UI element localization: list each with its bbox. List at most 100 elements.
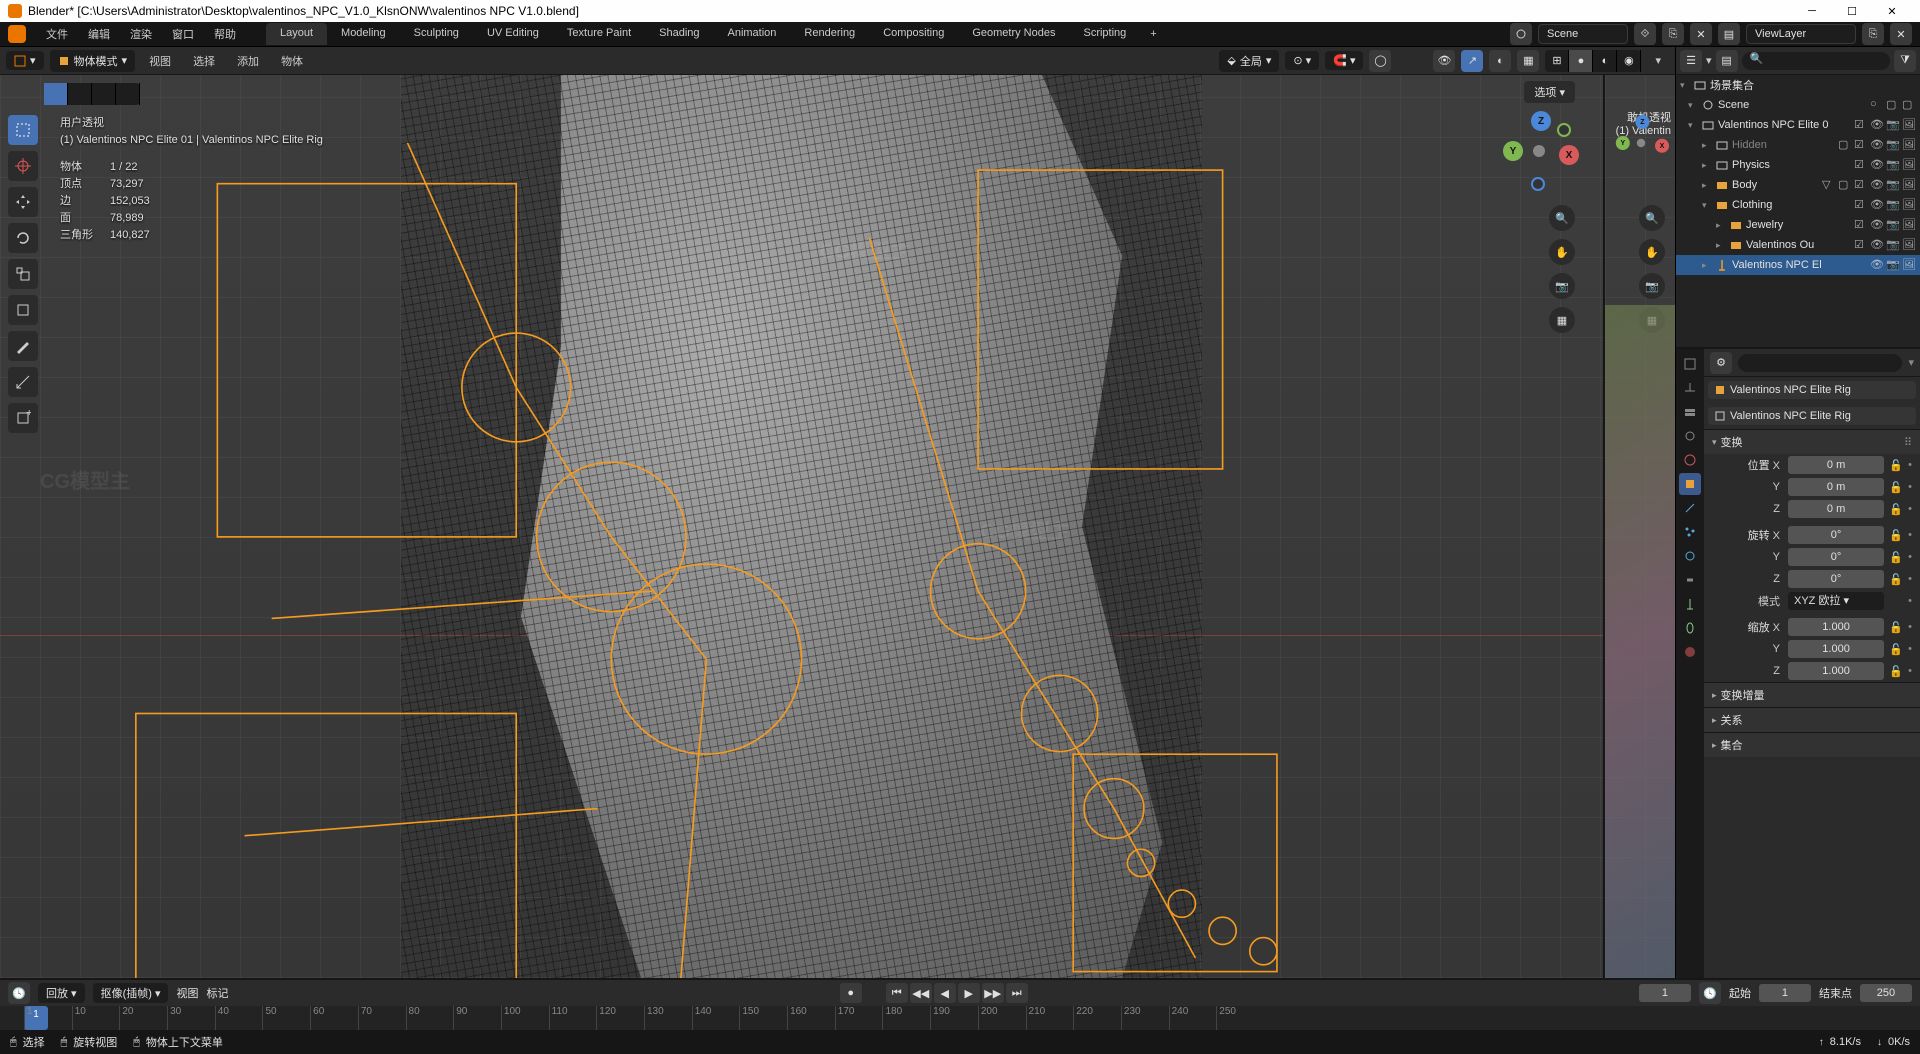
loc-z-field[interactable]: 0 m (1788, 500, 1884, 518)
overlays-icon[interactable]: ◐ (1489, 50, 1511, 72)
maximize-button[interactable]: ☐ (1832, 0, 1872, 22)
vp-menu-select[interactable]: 选择 (185, 50, 223, 72)
outliner-render-icon[interactable]: 🖼 (1902, 138, 1916, 152)
tool-scale[interactable] (8, 259, 38, 289)
workspace-shading[interactable]: Shading (645, 23, 713, 45)
outliner-square-icon[interactable]: ▢ (1902, 98, 1916, 112)
tool-transform[interactable] (8, 295, 38, 325)
outliner-eye-icon[interactable]: 👁 (1870, 198, 1884, 212)
gizmo-neg-z-icon[interactable] (1531, 177, 1545, 191)
end-frame-field[interactable]: 250 (1860, 984, 1912, 1002)
next-key-icon[interactable]: ▶▶ (982, 983, 1004, 1003)
scene-selector[interactable]: Scene (1538, 24, 1628, 44)
panel-collections-header[interactable]: ▸集合 (1704, 733, 1920, 757)
tree-row[interactable]: ▾Valentinos NPC Elite 0☑👁📷🖼 (1676, 115, 1920, 135)
shade-solid-icon[interactable]: ● (1569, 50, 1593, 72)
outliner-eye-icon[interactable]: 👁 (1870, 138, 1884, 152)
outliner-render-icon[interactable]: 🖼 (1902, 198, 1916, 212)
outliner-check-icon[interactable]: ☑ (1854, 118, 1868, 132)
outliner-cam-icon[interactable]: 📷 (1886, 218, 1900, 232)
panel-transform-header[interactable]: ▾变换⠿ (1704, 430, 1920, 454)
tool-cursor[interactable] (8, 151, 38, 181)
start-frame-field[interactable]: 1 (1759, 984, 1811, 1002)
vp-menu-add[interactable]: 添加 (229, 50, 267, 72)
gizmo-x-icon[interactable]: X (1559, 145, 1579, 165)
prev-key-icon[interactable]: ◀◀ (910, 983, 932, 1003)
editor-type-dropdown[interactable]: ▾ (6, 51, 44, 70)
ptab-constraints[interactable] (1679, 569, 1701, 591)
outliner-render-icon[interactable]: 🖼 (1902, 258, 1916, 272)
delete-scene-icon[interactable]: ✕ (1690, 23, 1712, 45)
breadcrumb-data[interactable]: Valentinos NPC Elite Rig (1708, 407, 1916, 425)
orientation-dropdown[interactable]: ⬙ 全局 ▾ (1219, 50, 1279, 72)
tool-move[interactable] (8, 187, 38, 217)
outliner-eye-icon[interactable]: 👁 (1870, 178, 1884, 192)
pivot-dropdown[interactable]: ⊙ ▾ (1285, 51, 1319, 70)
outliner-cam-icon[interactable]: 📷 (1886, 238, 1900, 252)
ptab-material[interactable] (1679, 641, 1701, 663)
scene-browse-icon[interactable] (1510, 23, 1532, 45)
clock-icon[interactable]: 🕓 (1699, 982, 1721, 1004)
tool-annotate[interactable] (8, 331, 38, 361)
workspace-compositing[interactable]: Compositing (869, 23, 958, 45)
select-mode-box[interactable] (68, 83, 92, 105)
workspace-modeling[interactable]: Modeling (327, 23, 400, 45)
perspective-icon[interactable]: ▦ (1549, 307, 1575, 333)
breadcrumb-object[interactable]: Valentinos NPC Elite Rig (1708, 381, 1916, 399)
outliner-eye-icon[interactable]: 👁 (1870, 258, 1884, 272)
pan-icon-2[interactable]: ✋ (1639, 239, 1665, 265)
play-reverse-icon[interactable]: ◀ (934, 983, 956, 1003)
current-frame-field[interactable]: 1 (1639, 984, 1691, 1002)
outliner-check-icon[interactable]: ☑ (1854, 158, 1868, 172)
zoom-icon[interactable]: 🔍 (1549, 205, 1575, 231)
outliner-cam-icon[interactable]: 📷 (1886, 118, 1900, 132)
outliner-tri-icon[interactable]: ▽ (1822, 178, 1836, 192)
minimize-button[interactable]: ─ (1792, 0, 1832, 22)
workspace-uv[interactable]: UV Editing (473, 23, 553, 45)
proportional-edit-icon[interactable]: ◯ (1369, 50, 1391, 72)
tl-menu-marker[interactable]: 标记 (206, 985, 228, 1001)
outliner-render-icon[interactable]: 🖼 (1902, 218, 1916, 232)
props-editor-icon[interactable]: ⚙ (1710, 352, 1732, 374)
outliner-render-icon[interactable]: 🖼 (1902, 178, 1916, 192)
menu-file[interactable]: 文件 (36, 23, 78, 45)
ptab-bone[interactable] (1679, 617, 1701, 639)
outliner-check-icon[interactable]: ☑ (1854, 238, 1868, 252)
outliner-box-icon[interactable]: ▢ (1838, 138, 1852, 152)
ptab-output[interactable] (1679, 377, 1701, 399)
outliner-circle-icon[interactable]: ○ (1870, 98, 1884, 112)
outliner-box-icon[interactable]: ▢ (1838, 178, 1852, 192)
autokey-icon[interactable]: ● (840, 983, 862, 1003)
menu-edit[interactable]: 编辑 (78, 23, 120, 45)
scale-z-field[interactable]: 1.000 (1788, 662, 1884, 680)
viewport-camera[interactable]: 敢机透视 (1) Valentin Z Y X 🔍 ✋ 📷 ▦ (1605, 75, 1675, 978)
shade-wireframe-icon[interactable]: ⊞ (1545, 50, 1569, 72)
vp-menu-view[interactable]: 视图 (141, 50, 179, 72)
ptab-modifiers[interactable] (1679, 497, 1701, 519)
shade-rendered-icon[interactable]: ◉ (1617, 50, 1641, 72)
loc-y-field[interactable]: 0 m (1788, 478, 1884, 496)
jump-end-icon[interactable]: ⏭ (1006, 983, 1028, 1003)
select-mode-tweak[interactable] (44, 83, 68, 105)
rot-y-field[interactable]: 0° (1788, 548, 1884, 566)
new-viewlayer-icon[interactable]: ⎘ (1862, 23, 1884, 45)
workspace-texpaint[interactable]: Texture Paint (553, 23, 645, 45)
panel-delta-header[interactable]: ▸变换增量 (1704, 683, 1920, 707)
outliner-eye-icon[interactable]: 👁 (1870, 238, 1884, 252)
panel-relations-header[interactable]: ▸关系 (1704, 708, 1920, 732)
scale-x-field[interactable]: 1.000 (1788, 618, 1884, 636)
copy-scene-icon[interactable]: ⎘ (1662, 23, 1684, 45)
outliner-cam-icon[interactable]: 📷 (1886, 138, 1900, 152)
ptab-particles[interactable] (1679, 521, 1701, 543)
blender-icon[interactable] (8, 25, 26, 43)
zoom-icon-2[interactable]: 🔍 (1639, 205, 1665, 231)
keying-dropdown[interactable]: 抠像(插帧) ▾ (93, 983, 169, 1003)
gizmo-neg-y-icon[interactable] (1557, 123, 1571, 137)
tree-row[interactable]: ▸Valentinos NPC El👁📷🖼 (1676, 255, 1920, 275)
outliner-cam-icon[interactable]: 📷 (1886, 158, 1900, 172)
menu-help[interactable]: 帮助 (204, 23, 246, 45)
rot-z-field[interactable]: 0° (1788, 570, 1884, 588)
tree-row[interactable]: ▸Body▽▢☑👁📷🖼 (1676, 175, 1920, 195)
outliner-cam-icon[interactable]: 📷 (1886, 258, 1900, 272)
outliner-cam-icon[interactable]: 📷 (1886, 198, 1900, 212)
